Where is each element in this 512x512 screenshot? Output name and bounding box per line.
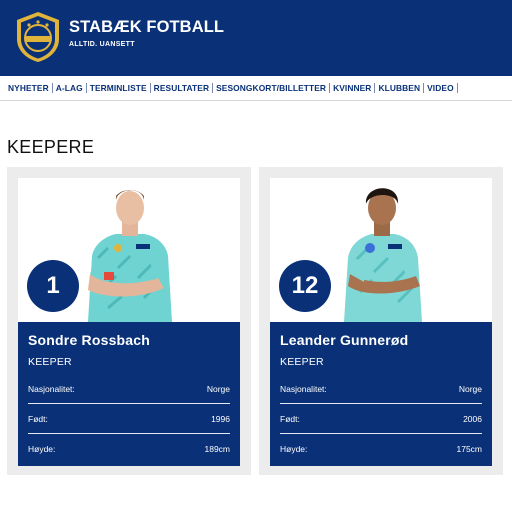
nav-item-resultater[interactable]: RESULTATER [151, 83, 214, 93]
stat-label: Født: [28, 414, 48, 424]
stat-divider [280, 403, 482, 404]
stat-label: Født: [280, 414, 300, 424]
stat-divider [280, 433, 482, 434]
section-title: KEEPERE [7, 137, 95, 157]
stat-divider [28, 433, 230, 434]
player-position: KEEPER [28, 356, 72, 368]
stat-row-born: Født: 2006 [280, 410, 482, 428]
nav-item-nyheter[interactable]: NYHETER [6, 83, 53, 93]
player-number: 12 [279, 260, 331, 312]
player-number: 1 [27, 260, 79, 312]
stat-value: 2006 [463, 414, 482, 424]
stat-value: Norge [458, 384, 482, 394]
nav-item-kvinner[interactable]: KVINNER [330, 83, 376, 93]
site-header: STABÆK FOTBALL ALLTID. UANSETT [0, 0, 512, 76]
club-logo[interactable] [15, 11, 61, 63]
stat-row-height: Høyde: 175cm [280, 440, 482, 458]
player-info-panel: Sondre Rossbach KEEPER Nasjonalitet: Nor… [18, 322, 240, 466]
nav-item-video[interactable]: VIDEO [424, 83, 458, 93]
stat-label: Nasjonalitet: [28, 384, 75, 394]
player-name[interactable]: Leander Gunnerød [280, 332, 408, 348]
nav-item-a-lag[interactable]: A-LAG [53, 83, 87, 93]
stat-label: Høyde: [28, 444, 56, 454]
stat-divider [28, 403, 230, 404]
player-info-panel: Leander Gunnerød KEEPER Nasjonalitet: No… [270, 322, 492, 466]
stat-value: 1996 [211, 414, 230, 424]
player-card[interactable]: 1 Sondre Rossbach KEEPER Nasjonalitet: N… [7, 167, 251, 475]
main-nav: NYHETER A-LAG TERMINLISTE RESULTATER SES… [0, 76, 512, 101]
stat-label: Høyde: [280, 444, 308, 454]
stat-row-nationality: Nasjonalitet: Norge [28, 380, 230, 398]
player-position: KEEPER [280, 356, 324, 368]
stat-value: Norge [206, 384, 230, 394]
player-name[interactable]: Sondre Rossbach [28, 332, 150, 348]
nav-item-sesongkort[interactable]: SESONGKORT/BILLETTER [213, 83, 331, 93]
player-photo[interactable]: 12 [270, 178, 492, 322]
nav-item-terminliste[interactable]: TERMINLISTE [87, 83, 151, 93]
stat-value: 175cm [456, 444, 482, 454]
player-card[interactable]: 12 Leander Gunnerød KEEPER Nasjonalitet:… [259, 167, 503, 475]
stat-label: Nasjonalitet: [280, 384, 327, 394]
site-tagline: ALLTID. UANSETT [69, 41, 135, 48]
stat-row-height: Høyde: 189cm [28, 440, 230, 458]
player-photo[interactable]: 1 [18, 178, 240, 322]
site-title[interactable]: STABÆK FOTBALL [69, 18, 224, 37]
nav-item-klubben[interactable]: KLUBBEN [375, 83, 425, 93]
stat-row-born: Født: 1996 [28, 410, 230, 428]
stat-row-nationality: Nasjonalitet: Norge [280, 380, 482, 398]
stat-value: 189cm [204, 444, 230, 454]
